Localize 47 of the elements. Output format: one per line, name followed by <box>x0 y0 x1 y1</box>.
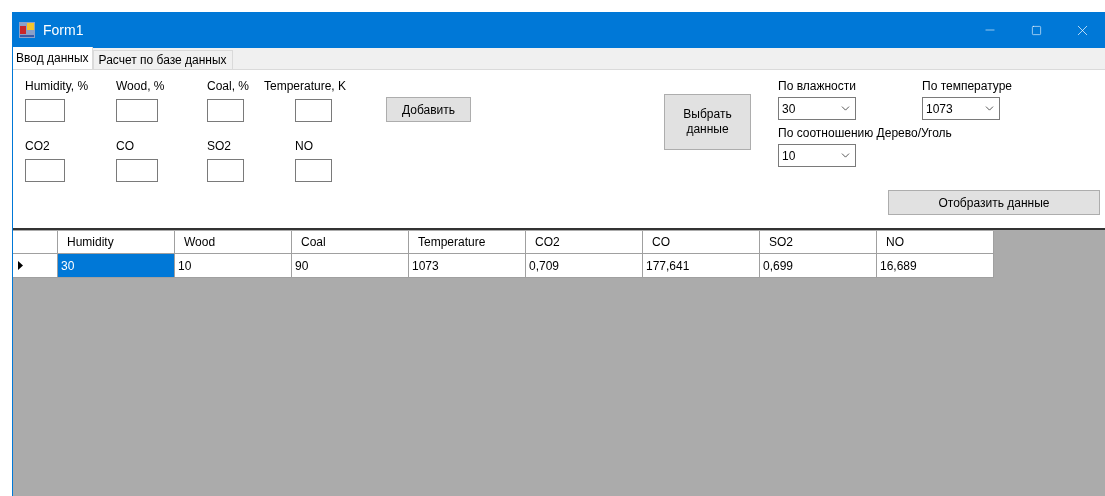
filter-label: По влажности <box>778 79 857 93</box>
input-field[interactable] <box>207 99 244 122</box>
column-header[interactable]: Temperature <box>409 231 526 254</box>
show-data-button[interactable]: Отобразить данные <box>888 190 1100 215</box>
row-header[interactable] <box>13 254 58 278</box>
table-cell[interactable]: 0,709 <box>526 254 643 278</box>
window-title: Form1 <box>43 20 84 40</box>
filter-label: По соотношению Дерево/Уголь <box>778 126 953 140</box>
add-button[interactable]: Добавить <box>386 97 471 122</box>
column-header[interactable]: Wood <box>175 231 292 254</box>
tab[interactable]: Расчет по базе данных <box>92 50 233 69</box>
field-label: Humidity, % <box>25 79 90 93</box>
tab[interactable]: Ввод данных <box>13 47 93 69</box>
field-label: Coal, % <box>207 79 251 93</box>
combo-box[interactable]: 1073 <box>922 97 1000 120</box>
input-field[interactable] <box>295 159 332 182</box>
column-header[interactable]: Coal <box>292 231 409 254</box>
select-data-button[interactable]: Выбрать данные <box>664 94 751 150</box>
combo-box[interactable]: 10 <box>778 144 856 167</box>
table-cell[interactable]: 1073 <box>409 254 526 278</box>
field-label: Temperature, K <box>264 79 348 93</box>
column-header[interactable]: SO2 <box>760 231 877 254</box>
column-header[interactable]: CO <box>643 231 760 254</box>
field-label: CO2 <box>25 139 51 153</box>
table-cell[interactable]: 30 <box>58 254 175 278</box>
column-header[interactable]: NO <box>877 231 994 254</box>
filter-label: По температуре <box>922 79 1013 93</box>
column-header[interactable]: CO2 <box>526 231 643 254</box>
maximize-icon <box>1030 24 1042 36</box>
input-field[interactable] <box>25 159 65 182</box>
table-cell[interactable]: 0,699 <box>760 254 877 278</box>
field-label: SO2 <box>207 139 232 153</box>
input-field[interactable] <box>295 99 332 122</box>
input-field[interactable] <box>116 99 158 122</box>
table-cell[interactable]: 177,641 <box>643 254 760 278</box>
input-field[interactable] <box>116 159 158 182</box>
field-label: Wood, % <box>116 79 166 93</box>
field-label: NO <box>294 139 314 153</box>
form-icon <box>19 22 35 38</box>
field-label: CO <box>116 139 135 153</box>
input-field[interactable] <box>207 159 244 182</box>
table-cell[interactable]: 10 <box>175 254 292 278</box>
table-cell[interactable]: 16,689 <box>877 254 994 278</box>
table-cell[interactable]: 90 <box>292 254 409 278</box>
column-header[interactable]: Humidity <box>58 231 175 254</box>
input-field[interactable] <box>25 99 65 122</box>
combo-box[interactable]: 30 <box>778 97 856 120</box>
